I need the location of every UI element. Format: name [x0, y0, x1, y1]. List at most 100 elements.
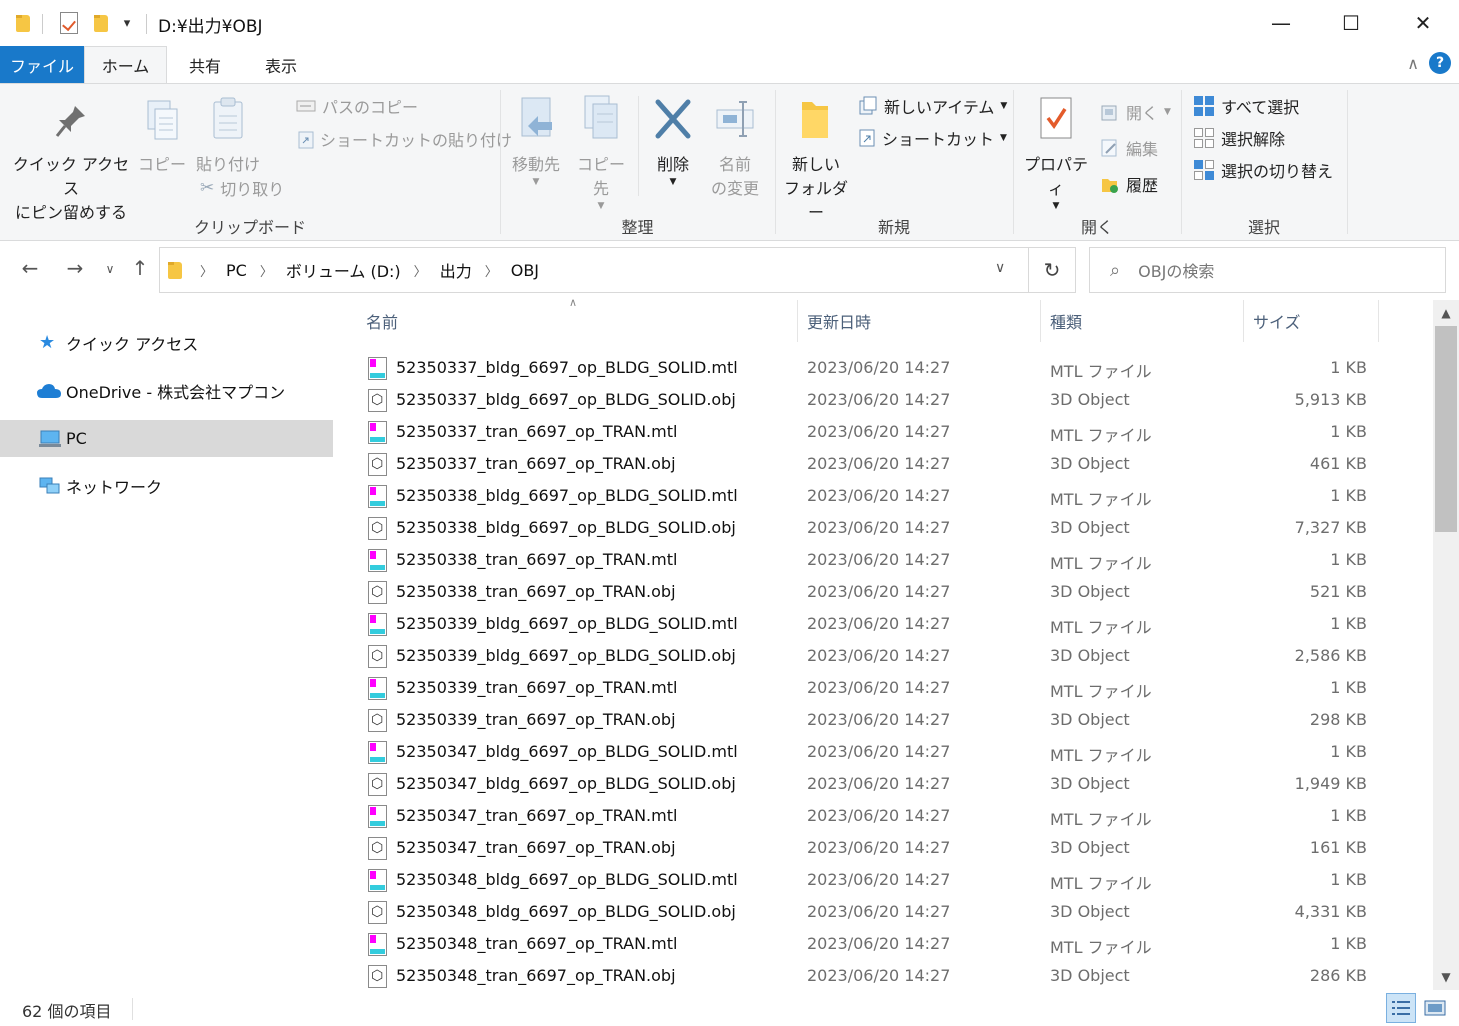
nav-pc[interactable]: PC	[0, 420, 333, 457]
edit-button[interactable]: 編集	[1100, 136, 1158, 160]
help-button[interactable]: ?	[1429, 52, 1451, 74]
copy-path-button[interactable]: パスのコピー	[296, 94, 418, 118]
details-view-button[interactable]	[1386, 993, 1416, 1023]
delete-label: 削除	[656, 155, 689, 174]
new-folder-button[interactable]: 新しい フォルダー	[780, 96, 852, 225]
scroll-down-button[interactable]: ▼	[1433, 964, 1459, 990]
column-header-date[interactable]: 更新日時	[807, 300, 1039, 342]
up-button[interactable]: ↑	[125, 256, 155, 280]
select-all-button[interactable]: すべて選択	[1193, 94, 1299, 118]
column-divider[interactable]	[1243, 300, 1244, 342]
nav-network[interactable]: ネットワーク	[0, 467, 333, 504]
nav-onedrive[interactable]: OneDrive - 株式会社マプコン	[0, 372, 333, 409]
file-row[interactable]: 52350338_bldg_6697_op_BLDG_SOLID.mtl 2023…	[358, 480, 1378, 512]
file-row[interactable]: 52350348_tran_6697_op_TRAN.obj 2023/06/20…	[358, 960, 1378, 992]
file-name: 52350347_tran_6697_op_TRAN.mtl	[396, 806, 678, 825]
tab-share[interactable]: 共有	[172, 46, 238, 83]
file-row[interactable]: 52350339_bldg_6697_op_BLDG_SOLID.mtl 2023…	[358, 608, 1378, 640]
pin-to-quick-access-button[interactable]: クイック アクセス にピン留めする	[8, 102, 134, 225]
large-icons-view-button[interactable]	[1420, 993, 1450, 1023]
file-row[interactable]: 52350347_tran_6697_op_TRAN.mtl 2023/06/20…	[358, 800, 1378, 832]
copy-to-button[interactable]: コピー先 ▼	[570, 94, 632, 211]
breadcrumb-output[interactable]: 出力	[440, 258, 472, 282]
paste-button[interactable]: 貼り付け	[194, 96, 262, 177]
file-name: 52350339_tran_6697_op_TRAN.mtl	[396, 678, 678, 697]
column-header-size[interactable]: サイズ	[1253, 300, 1378, 342]
search-input[interactable]: OBJの検索	[1138, 258, 1214, 282]
file-type: 3D Object	[1050, 902, 1130, 921]
copy-label: コピー	[138, 155, 187, 174]
file-row[interactable]: 52350347_tran_6697_op_TRAN.obj 2023/06/20…	[358, 832, 1378, 864]
file-date: 2023/06/20 14:27	[807, 358, 951, 377]
address-history-dropdown[interactable]: ∨	[995, 260, 1005, 276]
new-item-button[interactable]: 新しいアイテム ▼	[858, 94, 1007, 118]
properties-button[interactable]: プロパティ ▼	[1018, 96, 1094, 211]
invert-selection-button[interactable]: 選択の切り替え	[1193, 158, 1333, 182]
collapse-ribbon-button[interactable]: ∧	[1407, 54, 1419, 73]
file-name: 52350338_tran_6697_op_TRAN.mtl	[396, 550, 678, 569]
scroll-thumb[interactable]	[1435, 326, 1457, 532]
delete-button[interactable]: 削除 ▼	[648, 96, 698, 187]
cut-button[interactable]: ✂ 切り取り	[200, 176, 284, 200]
column-divider[interactable]	[797, 300, 798, 342]
file-row[interactable]: 52350337_bldg_6697_op_BLDG_SOLID.obj 2023…	[358, 384, 1378, 416]
file-row[interactable]: 52350338_tran_6697_op_TRAN.obj 2023/06/20…	[358, 576, 1378, 608]
file-row[interactable]: 52350347_bldg_6697_op_BLDG_SOLID.obj 2023…	[358, 768, 1378, 800]
column-divider[interactable]	[1040, 300, 1041, 342]
file-row[interactable]: 52350339_tran_6697_op_TRAN.mtl 2023/06/20…	[358, 672, 1378, 704]
maximize-button[interactable]: ☐	[1316, 0, 1386, 46]
refresh-button[interactable]: ↻	[1029, 247, 1076, 293]
forward-button[interactable]: →	[60, 256, 90, 280]
open-button[interactable]: 開く ▼	[1100, 100, 1171, 124]
select-all-icon	[1194, 96, 1214, 116]
file-type: MTL ファイル	[1050, 746, 1152, 765]
minimize-button[interactable]: —	[1246, 0, 1316, 46]
properties-quick-button[interactable]	[58, 10, 80, 36]
tab-home[interactable]: ホーム	[84, 46, 167, 83]
column-header-name[interactable]: 名前	[366, 300, 796, 342]
back-button[interactable]: ←	[15, 256, 45, 280]
file-row[interactable]: 52350339_tran_6697_op_TRAN.obj 2023/06/20…	[358, 704, 1378, 736]
obj-file-icon	[368, 581, 387, 604]
file-row[interactable]: 52350337_tran_6697_op_TRAN.mtl 2023/06/20…	[358, 416, 1378, 448]
copy-to-dropdown-icon: ▼	[597, 201, 605, 211]
breadcrumb-obj[interactable]: OBJ	[511, 261, 539, 280]
easy-access-button[interactable]: ショートカット ▼	[858, 126, 1007, 150]
copy-button[interactable]: コピー	[138, 98, 186, 177]
tab-file[interactable]: ファイル	[0, 46, 84, 83]
file-row[interactable]: 52350337_bldg_6697_op_BLDG_SOLID.mtl 2023…	[358, 352, 1378, 384]
file-row[interactable]: 52350348_bldg_6697_op_BLDG_SOLID.mtl 2023…	[358, 864, 1378, 896]
paste-shortcut-button[interactable]: ショートカットの貼り付け	[298, 127, 512, 151]
rename-label-1: 名前	[718, 155, 751, 174]
file-row[interactable]: 52350348_bldg_6697_op_BLDG_SOLID.obj 2023…	[358, 896, 1378, 928]
history-button[interactable]: 履歴	[1100, 172, 1158, 196]
divider	[132, 998, 133, 1020]
breadcrumb-pc[interactable]: PC	[226, 261, 247, 280]
address-bar[interactable]: 〉 PC 〉 ボリューム (D:) 〉 出力 〉 OBJ	[159, 247, 1029, 293]
column-header-type[interactable]: 種類	[1050, 300, 1242, 342]
scroll-up-button[interactable]: ▲	[1433, 300, 1459, 326]
rename-button[interactable]: 名前 の変更	[704, 96, 766, 201]
customize-quick-access-button[interactable]: ▾	[118, 10, 136, 36]
file-row[interactable]: 52350348_tran_6697_op_TRAN.mtl 2023/06/20…	[358, 928, 1378, 960]
new-folder-quick-button[interactable]	[92, 10, 110, 36]
mtl-file-icon	[368, 805, 387, 828]
breadcrumb-volume-d[interactable]: ボリューム (D:)	[286, 258, 401, 282]
file-row[interactable]: 52350338_tran_6697_op_TRAN.mtl 2023/06/20…	[358, 544, 1378, 576]
vertical-scrollbar[interactable]: ▲ ▼	[1433, 300, 1459, 990]
move-to-button[interactable]: 移動先 ▼	[508, 96, 564, 187]
file-row[interactable]: 52350337_tran_6697_op_TRAN.obj 2023/06/20…	[358, 448, 1378, 480]
obj-file-icon	[368, 773, 387, 796]
file-row[interactable]: 52350347_bldg_6697_op_BLDG_SOLID.mtl 2023…	[358, 736, 1378, 768]
file-row[interactable]: 52350338_bldg_6697_op_BLDG_SOLID.obj 2023…	[358, 512, 1378, 544]
close-button[interactable]: ✕	[1388, 0, 1458, 46]
column-divider[interactable]	[1378, 300, 1379, 342]
edit-label: 編集	[1126, 140, 1159, 159]
file-date: 2023/06/20 14:27	[807, 582, 951, 601]
search-box[interactable]: ⌕ OBJの検索	[1089, 247, 1446, 293]
recent-locations-button[interactable]: ∨	[95, 262, 125, 276]
select-none-button[interactable]: 選択解除	[1193, 126, 1285, 150]
file-row[interactable]: 52350339_bldg_6697_op_BLDG_SOLID.obj 2023…	[358, 640, 1378, 672]
nav-quick-access[interactable]: ★ クイック アクセス	[0, 324, 333, 361]
tab-view[interactable]: 表示	[248, 46, 314, 83]
